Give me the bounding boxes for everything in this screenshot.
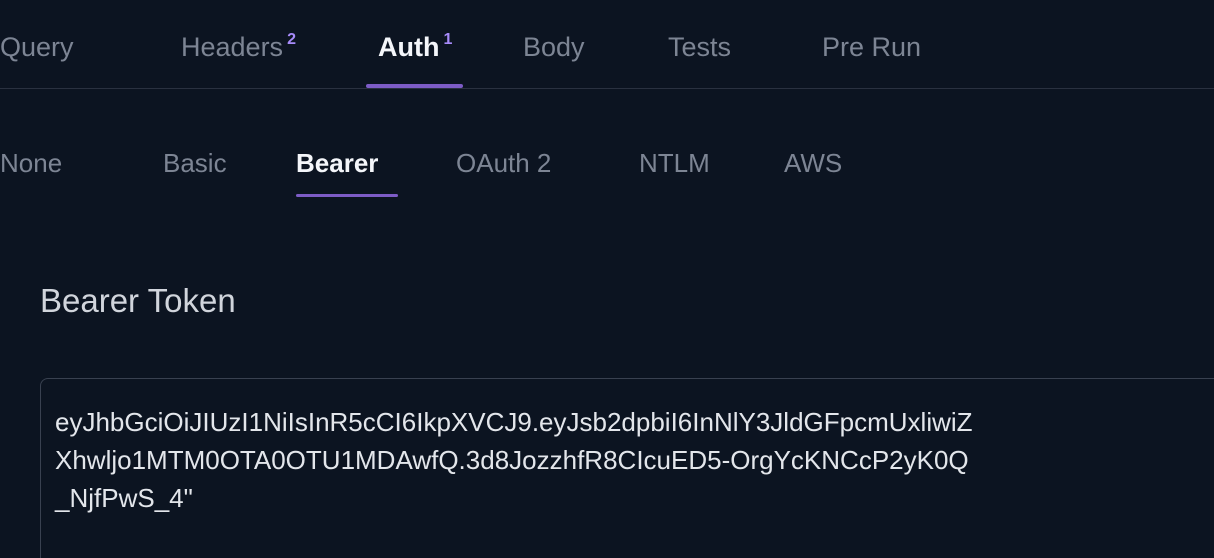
- active-auth-type-indicator: [296, 194, 398, 197]
- request-tabs: Query Headers 2 Auth 1 Body Tests Pre Run: [0, 0, 1214, 89]
- tab-tests[interactable]: Tests: [668, 30, 731, 64]
- auth-type-aws[interactable]: AWS: [784, 146, 842, 180]
- token-line: Xhwljo1MTM0OTA0OTU1MDAwfQ.3d8JozzhfR8CIc…: [55, 445, 969, 475]
- tab-headers[interactable]: Headers 2: [181, 30, 296, 64]
- headers-count-badge: 2: [287, 31, 296, 48]
- auth-type-bearer[interactable]: Bearer: [296, 146, 378, 180]
- tab-query[interactable]: Query: [0, 30, 74, 64]
- tab-auth[interactable]: Auth 1: [378, 30, 452, 64]
- bearer-token-value[interactable]: eyJhbGciOiJIUzI1NiIsInR5cCI6IkpXVCJ9.eyJ…: [55, 403, 1214, 517]
- auth-type-none[interactable]: None: [0, 146, 62, 180]
- auth-count-badge: 1: [443, 31, 453, 48]
- auth-type-oauth2[interactable]: OAuth 2: [456, 146, 551, 180]
- tab-pre-run[interactable]: Pre Run: [822, 30, 921, 64]
- tab-body[interactable]: Body: [523, 30, 585, 64]
- token-line: eyJhbGciOiJIUzI1NiIsInR5cCI6IkpXVCJ9.eyJ…: [55, 407, 973, 437]
- bearer-token-label: Bearer Token: [40, 282, 236, 319]
- token-line: _NjfPwS_4": [55, 483, 193, 513]
- bearer-token-input[interactable]: eyJhbGciOiJIUzI1NiIsInR5cCI6IkpXVCJ9.eyJ…: [40, 378, 1214, 558]
- active-tab-indicator: [366, 84, 463, 88]
- auth-type-ntlm[interactable]: NTLM: [639, 146, 710, 180]
- auth-type-basic[interactable]: Basic: [163, 146, 227, 180]
